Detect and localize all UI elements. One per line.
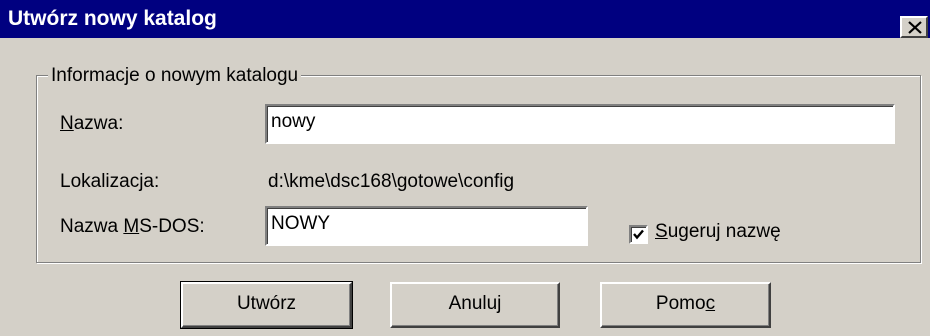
msdos-name-input[interactable]: NOWY bbox=[265, 206, 588, 246]
close-button[interactable] bbox=[900, 16, 928, 38]
title-bar[interactable]: Utwórz nowy katalog bbox=[0, 0, 930, 38]
msdos-name-label: Nazwa MS-DOS: bbox=[60, 216, 205, 237]
name-input[interactable]: nowy bbox=[265, 104, 895, 144]
suggest-name-label[interactable]: Sugeruj nazwę bbox=[655, 221, 781, 243]
help-button[interactable]: Pomoc bbox=[600, 282, 771, 328]
dialog-window: Utwórz nowy katalog Informacje o nowym k… bbox=[0, 0, 930, 336]
location-value: d:\kme\dsc168\gotowe\config bbox=[268, 171, 515, 192]
create-button[interactable]: Utwórz bbox=[180, 281, 353, 329]
name-label: Nazwa: bbox=[60, 113, 124, 134]
location-label: Lokalizacja: bbox=[60, 171, 160, 192]
groupbox-legend: Informacje o nowym katalogu bbox=[48, 65, 302, 87]
checkmark-icon bbox=[633, 229, 644, 240]
suggest-name-checkbox[interactable] bbox=[629, 225, 648, 244]
dialog-title: Utwórz nowy katalog bbox=[8, 7, 217, 30]
close-icon bbox=[908, 21, 922, 34]
cancel-button[interactable]: Anuluj bbox=[390, 282, 560, 328]
